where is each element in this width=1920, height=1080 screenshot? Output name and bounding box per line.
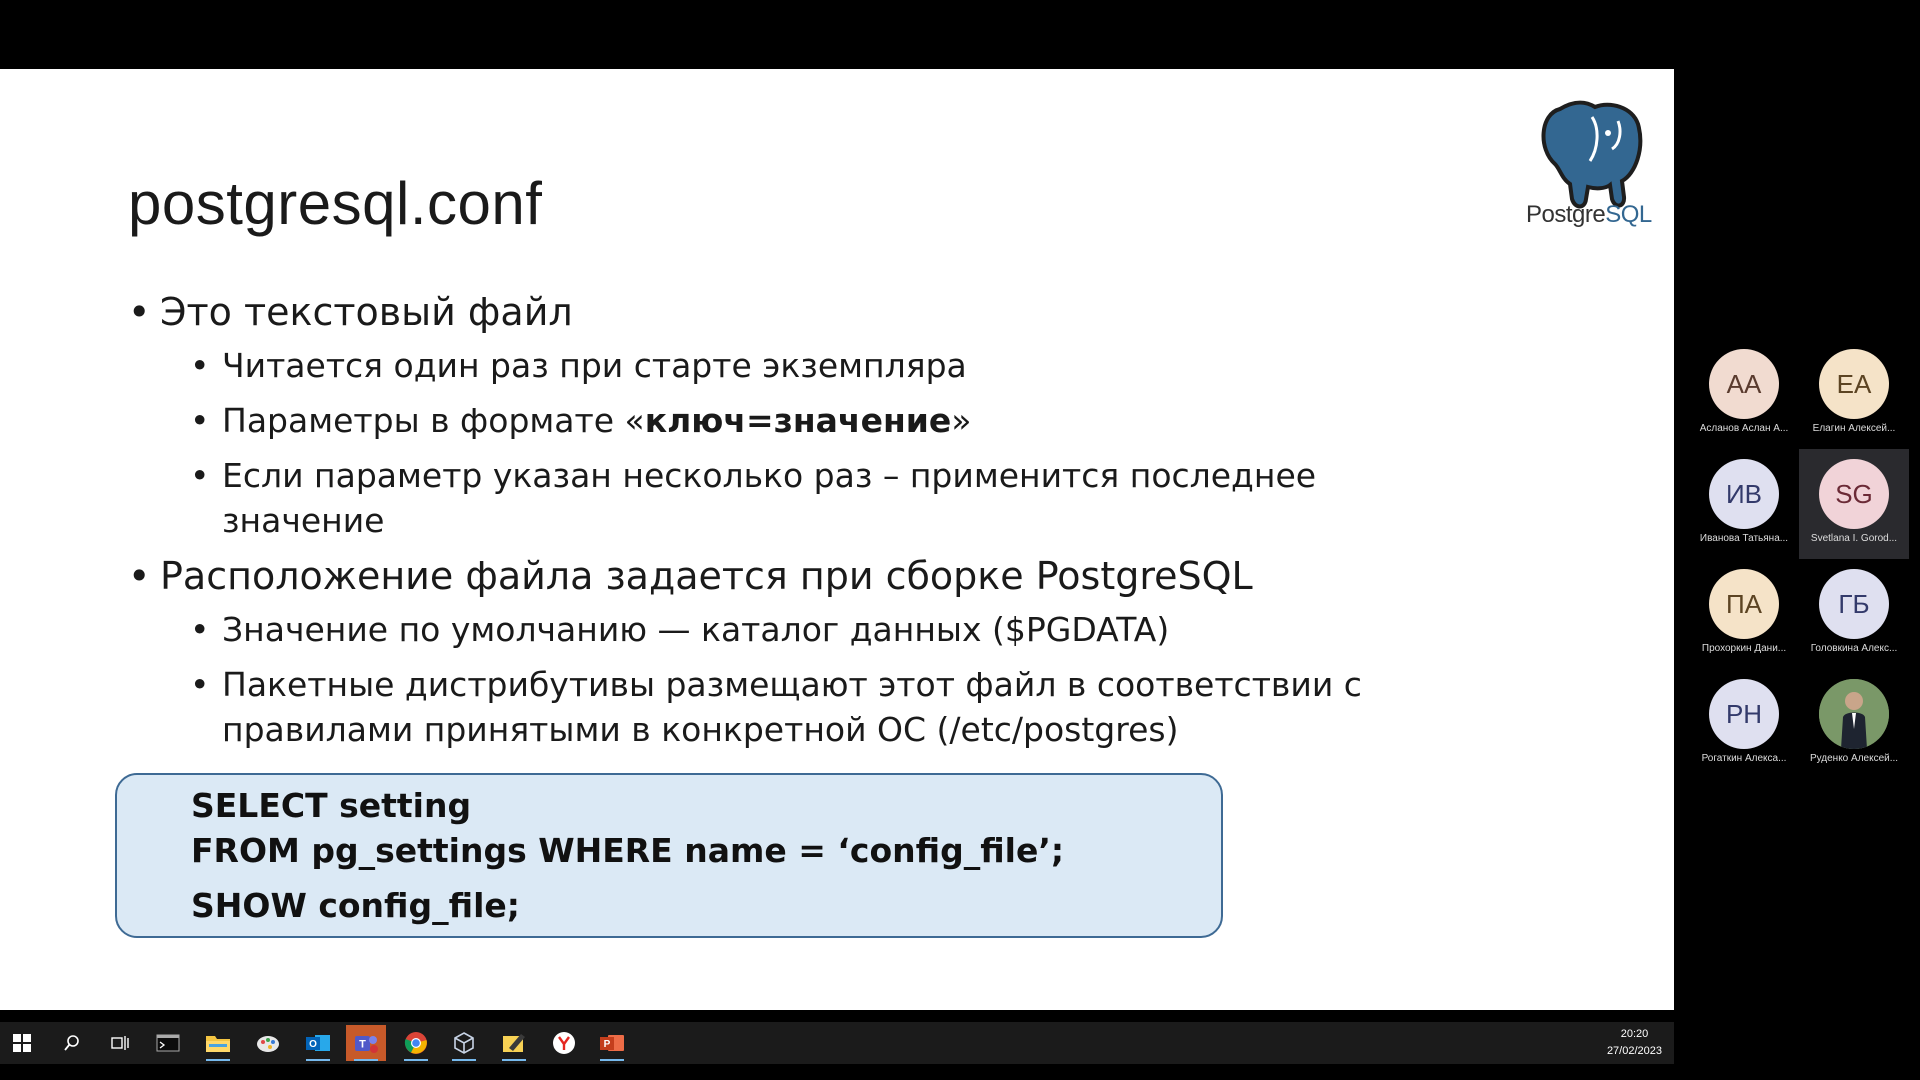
svg-text:P: P — [604, 1039, 611, 1050]
paint-icon[interactable] — [248, 1025, 288, 1061]
participant-tile[interactable]: ЕА Елагин Алексей... — [1799, 339, 1909, 449]
participant-name: Головкина Алекс... — [1810, 643, 1898, 654]
avatar: ЕА — [1819, 349, 1889, 419]
avatar: АА — [1709, 349, 1779, 419]
participant-name: Прохоркин Дани... — [1701, 643, 1787, 654]
svg-text:O: O — [309, 1039, 317, 1050]
participant-tile[interactable]: РН Рогаткин Алекса... — [1689, 669, 1799, 779]
teams-icon[interactable]: T — [346, 1025, 386, 1061]
sub-bullet-read-once: Читается один раз при старте экземпляра — [190, 343, 1428, 388]
outlook-icon[interactable]: O — [298, 1025, 338, 1061]
participant-tile[interactable]: АА Асланов Аслан А... — [1689, 339, 1799, 449]
sub-bullet-default-value: Значение по умолчанию — каталог данных (… — [190, 607, 1428, 652]
chrome-icon[interactable] — [396, 1025, 436, 1061]
sql-code-box: SELECT setting FROM pg_settings WHERE na… — [115, 773, 1223, 938]
search-icon[interactable] — [52, 1025, 92, 1061]
powerpoint-icon[interactable]: P — [592, 1025, 632, 1061]
sub-bullet-last-value: Если параметр указан несколько раз – при… — [190, 453, 1428, 543]
sub-bullet-key-value: Параметры в формате «ключ=значение» — [190, 398, 1428, 443]
participant-name: Рогаткин Алекса... — [1701, 753, 1787, 764]
participant-name: Руденко Алексей... — [1809, 753, 1899, 764]
participant-tile[interactable]: ИВ Иванова Татьяна... — [1689, 449, 1799, 559]
file-explorer-icon[interactable] — [198, 1025, 238, 1061]
clock-date: 27/02/2023 — [1606, 1045, 1662, 1057]
participant-tile[interactable]: ГБ Головкина Алекс... — [1799, 559, 1909, 669]
participants-panel: АА Асланов Аслан А... ЕА Елагин Алексей.… — [1674, 69, 1920, 1010]
windows-taskbar: O T P 20:20 27/02/2023 — [0, 1022, 1674, 1064]
presentation-slide: postgresql.conf PostgreSQL Это текстовый… — [0, 69, 1674, 1010]
code-line-show: SHOW config_file; — [191, 886, 520, 925]
terminal-icon[interactable] — [148, 1025, 188, 1061]
avatar-photo — [1819, 679, 1889, 749]
slide-bullet-list: Это текстовый файл Читается один раз при… — [128, 279, 1428, 762]
bullet-text-file: Это текстовый файл Читается один раз при… — [128, 289, 1428, 543]
avatar: SG — [1819, 459, 1889, 529]
participant-name: Елагин Алексей... — [1812, 423, 1896, 434]
system-clock[interactable]: 20:20 27/02/2023 — [1607, 1026, 1662, 1060]
participant-name: Иванова Татьяна... — [1699, 533, 1789, 544]
participant-tile[interactable]: Руденко Алексей... — [1799, 669, 1909, 779]
sticky-notes-icon[interactable] — [494, 1025, 534, 1061]
svg-text:T: T — [359, 1039, 366, 1051]
avatar: ПА — [1709, 569, 1779, 639]
virtualbox-icon[interactable] — [444, 1025, 484, 1061]
participant-name: Асланов Аслан А... — [1699, 423, 1789, 434]
participant-name: Svetlana I. Gorod... — [1810, 533, 1898, 544]
avatar: РН — [1709, 679, 1779, 749]
person-photo-icon — [1819, 679, 1889, 749]
sub-bullet-package-distributions: Пакетные дистрибутивы размещают этот фай… — [190, 662, 1428, 752]
slide-title: postgresql.conf — [128, 170, 543, 237]
avatar: ГБ — [1819, 569, 1889, 639]
clock-time: 20:20 — [1620, 1028, 1649, 1040]
avatar: ИВ — [1709, 459, 1779, 529]
yandex-browser-icon[interactable] — [544, 1025, 584, 1061]
participant-tile[interactable]: ПА Прохоркин Дани... — [1689, 559, 1799, 669]
participant-tile-active-speaker[interactable]: SG Svetlana I. Gorod... — [1799, 449, 1909, 559]
code-line-select: SELECT setting — [191, 786, 472, 825]
windows-start-icon[interactable] — [2, 1025, 42, 1061]
postgresql-logo-text: PostgreSQL — [1526, 201, 1652, 228]
code-line-from: FROM pg_settings WHERE name = ‘config_fi… — [191, 831, 1065, 870]
bullet-file-location: Расположение файла задается при сборке P… — [128, 553, 1428, 752]
task-view-icon[interactable] — [100, 1025, 140, 1061]
